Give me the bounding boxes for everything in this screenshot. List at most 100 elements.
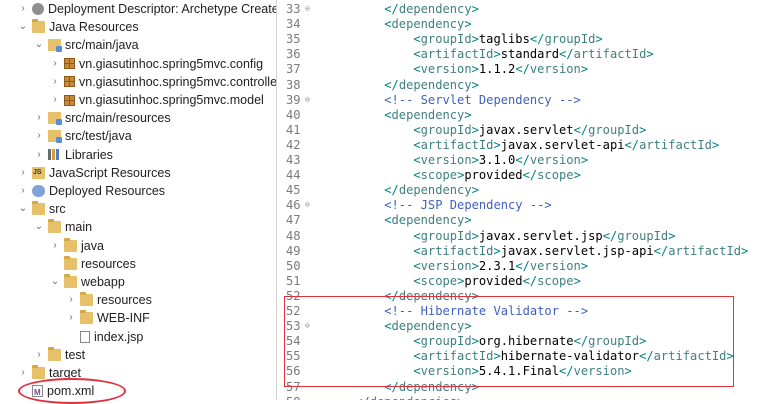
- tree-item[interactable]: › JavaScript Resources: [18, 164, 171, 182]
- chevron-right-icon[interactable]: ›: [34, 127, 44, 145]
- tree-item[interactable]: › Deployed Resources: [18, 182, 165, 200]
- code-token: javax.servlet: [478, 122, 574, 137]
- tree-item-label: vn.giasutinhoc.spring5mvc.controller: [79, 74, 277, 89]
- tree-item[interactable]: › src/test/java: [34, 127, 132, 145]
- xml-editor[interactable]: 33 ⊖ </dependency> 34 <dependency> 35 <grou…: [277, 0, 770, 400]
- code-token: <: [384, 17, 392, 32]
- tree-item-label: Libraries: [65, 147, 113, 162]
- project-explorer-tree: › Deployment Descriptor: Archetype Create…: [0, 0, 277, 400]
- folder-icon: [64, 274, 77, 288]
- code-token: <!-- Servlet Dependency -->: [384, 92, 581, 107]
- tree-item[interactable]: › java: [50, 237, 104, 255]
- code-token: 5.4.1.Final: [478, 364, 559, 379]
- chevron-right-icon[interactable]: ›: [66, 291, 76, 309]
- tree-item[interactable]: › Deployment Descriptor: Archetype Create…: [18, 0, 276, 18]
- code-token: >: [493, 137, 501, 152]
- code-token: <!-- Hibernate Validator -->: [384, 304, 589, 318]
- code-token: </: [515, 62, 530, 77]
- chevron-down-icon[interactable]: ⌄: [18, 18, 28, 36]
- xml-file-icon: [32, 384, 43, 400]
- tree-item[interactable]: ⌄ src: [18, 200, 66, 218]
- chevron-right-icon[interactable]: ›: [18, 182, 28, 200]
- code-token: >: [573, 273, 581, 288]
- tree-item-label: src: [49, 202, 66, 217]
- tree-item[interactable]: › resources: [66, 291, 152, 309]
- tree-item[interactable]: ⌄ src/main/java: [34, 36, 139, 54]
- tree-item[interactable]: › Libraries: [34, 146, 113, 164]
- chevron-right-icon[interactable]: ›: [50, 73, 60, 91]
- code-token: >: [639, 122, 647, 137]
- code-token: groupId: [420, 122, 472, 137]
- code-token: </: [515, 153, 530, 167]
- libraries-icon: [48, 149, 61, 161]
- folder-icon: [32, 365, 45, 379]
- tree-item[interactable]: ⌄ webapp: [50, 273, 125, 291]
- tree-item[interactable]: › vn.giasutinhoc.spring5mvc.config: [50, 55, 263, 73]
- code-token: taglibs: [478, 32, 530, 47]
- code-token: <: [413, 349, 421, 364]
- tree-item-label: index.jsp: [94, 329, 144, 344]
- chevron-right-icon[interactable]: ›: [34, 346, 44, 364]
- folder-icon: [48, 219, 61, 234]
- chevron-down-icon[interactable]: ⌄: [34, 36, 44, 54]
- java-resources-icon: [32, 19, 45, 34]
- code-token: javax.servlet.jsp-api: [500, 243, 654, 258]
- tree-item[interactable]: resources: [50, 255, 136, 273]
- chevron-right-icon[interactable]: ›: [50, 91, 60, 109]
- code-token: </: [384, 379, 399, 394]
- tree-item[interactable]: › WEB-INF: [66, 309, 150, 327]
- code-token: >: [493, 47, 501, 62]
- tree-item[interactable]: pom.xml: [18, 382, 94, 400]
- tree-item-label: test: [65, 347, 86, 362]
- code-token: >: [639, 334, 647, 349]
- code-token: scope: [420, 273, 458, 288]
- chevron-right-icon[interactable]: ›: [18, 364, 28, 382]
- folder-icon: [80, 292, 93, 307]
- chevron-right-icon[interactable]: ›: [50, 237, 60, 255]
- chevron-down-icon[interactable]: ⌄: [18, 200, 28, 218]
- chevron-right-icon[interactable]: ›: [34, 146, 44, 164]
- code-token: >: [457, 395, 464, 400]
- code-token: </: [653, 243, 669, 258]
- chevron-down-icon[interactable]: ⌄: [34, 218, 44, 236]
- chevron-right-icon[interactable]: ›: [18, 164, 28, 182]
- chevron-right-icon[interactable]: ›: [34, 109, 44, 127]
- code-token: javax.servlet-api: [500, 137, 625, 152]
- tree-item-label: target: [49, 366, 81, 380]
- code-token: >: [493, 349, 501, 364]
- code-token: >: [711, 137, 720, 152]
- tree-item-label: JavaScript Resources: [49, 165, 171, 180]
- tree-item[interactable]: ⌄ main: [34, 218, 92, 236]
- code-line[interactable]: 58 </dependencies>: [277, 393, 770, 400]
- tree-item[interactable]: › target: [18, 364, 81, 382]
- tree-item[interactable]: › vn.giasutinhoc.spring5mvc.model: [50, 91, 264, 109]
- code-token: <: [413, 168, 421, 183]
- code-token: hibernate-validator: [500, 349, 640, 364]
- code-token: dependency: [398, 2, 472, 16]
- code-token: groupId: [588, 122, 640, 137]
- tree-item[interactable]: › vn.giasutinhoc.spring5mvc.controller: [50, 73, 277, 91]
- tree-item-label: resources: [97, 293, 152, 308]
- tree-item[interactable]: index.jsp: [66, 328, 143, 346]
- tree-item-label: src/test/java: [65, 129, 132, 144]
- chevron-right-icon[interactable]: ›: [50, 55, 60, 73]
- tree-item-label: resources: [81, 256, 136, 271]
- code-token: </: [355, 395, 370, 400]
- tree-item-label: pom.xml: [47, 384, 95, 399]
- chevron-right-icon[interactable]: ›: [66, 309, 76, 327]
- tree-item[interactable]: › test: [34, 346, 85, 364]
- chevron-right-icon[interactable]: ›: [18, 0, 28, 18]
- package-icon: [64, 94, 75, 106]
- code-token: </: [384, 77, 399, 92]
- code-token: dependencies: [370, 395, 457, 400]
- code-token: <: [413, 273, 421, 288]
- code-token: version: [420, 258, 472, 273]
- tree-item[interactable]: › src/main/resources: [34, 109, 171, 127]
- chevron-down-icon[interactable]: ⌄: [50, 273, 60, 291]
- tree-item[interactable]: ⌄ Java Resources: [18, 18, 139, 36]
